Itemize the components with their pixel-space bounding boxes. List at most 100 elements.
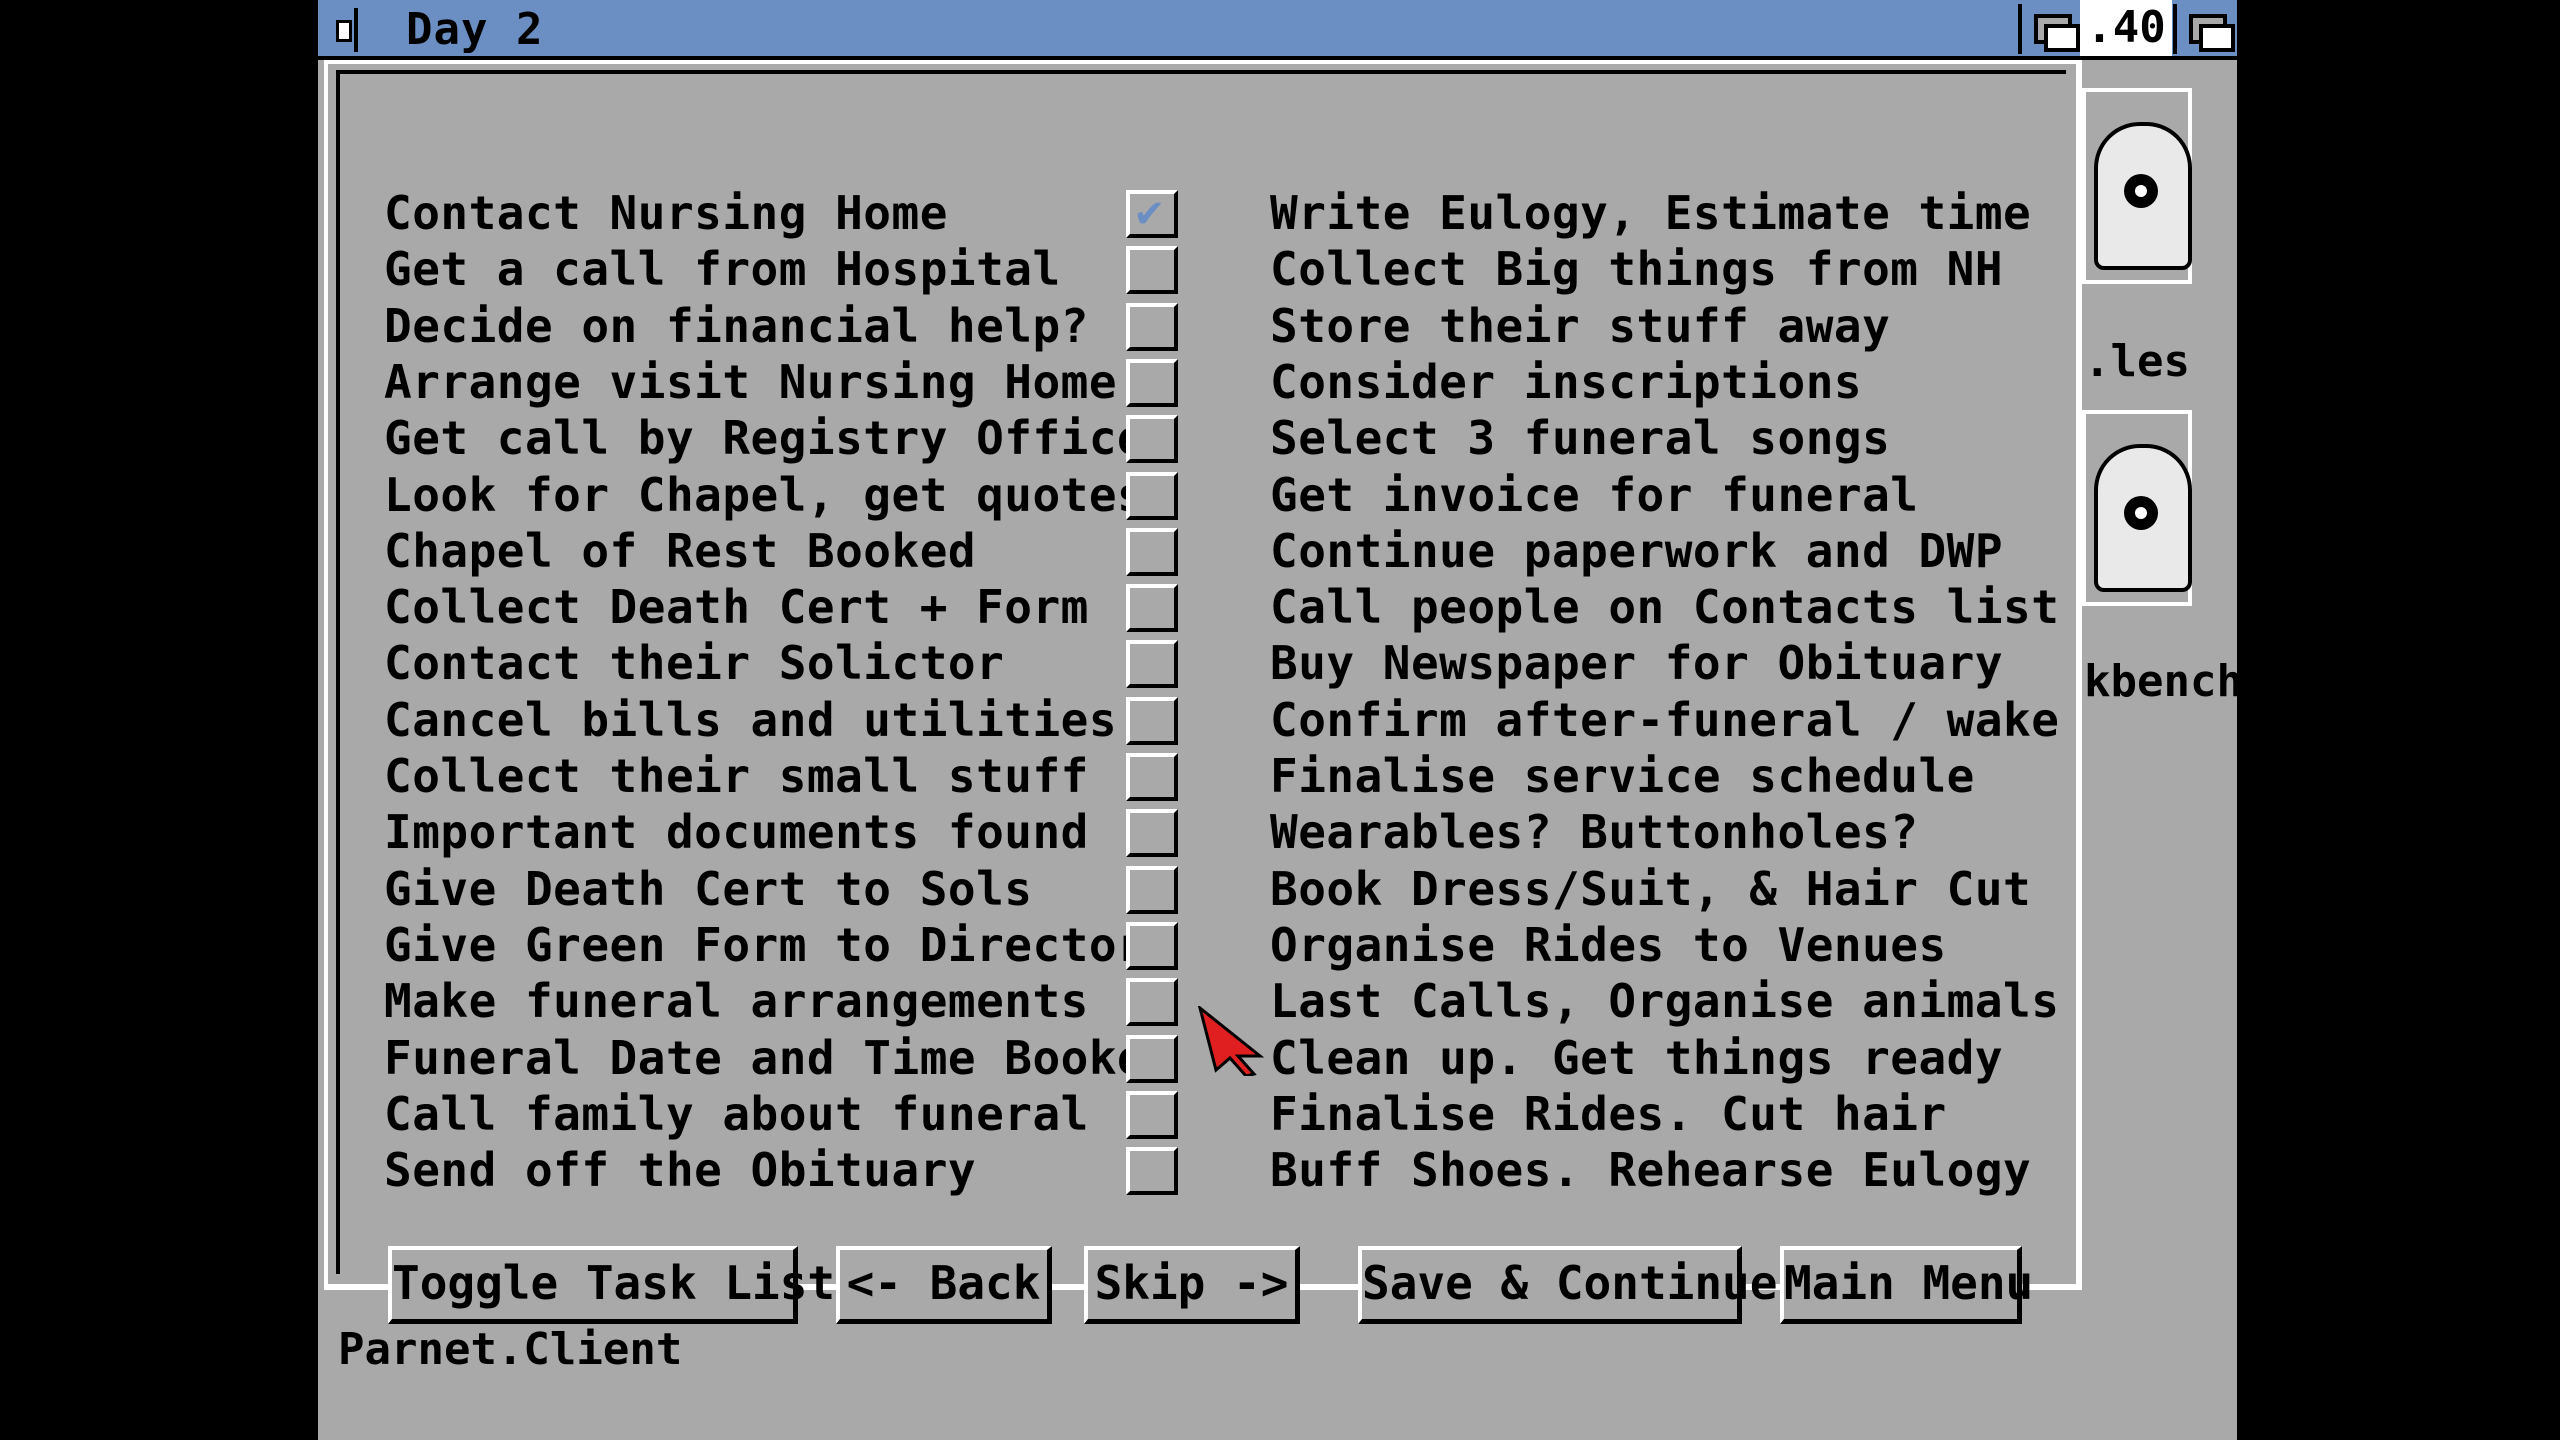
amiga-screen: .les kbench Parnet.Client Day 2 .40 Cont…	[318, 0, 2237, 1440]
task-row: Collect Death Cert + Form	[384, 578, 1184, 634]
task-label: Collect Death Cert + Form	[384, 580, 1089, 635]
window-title: Day 2	[406, 4, 544, 55]
task-row: Arrange visit Nursing Home	[384, 353, 1184, 409]
drive-icon-2-label: kbench	[2084, 656, 2237, 707]
task-row: Write Eulogy, Estimate time	[1270, 184, 2070, 240]
task-row: Last Calls, Organise animals	[1270, 972, 2070, 1028]
task-label: Buy Newspaper for Obituary	[1270, 636, 2004, 691]
task-checkbox[interactable]	[1126, 471, 1178, 520]
parnet-client-label[interactable]: Parnet.Client	[338, 1324, 682, 1375]
task-checkbox[interactable]	[1126, 753, 1178, 801]
task-label: Decide on financial help?	[384, 298, 1089, 353]
task-checkbox[interactable]	[1126, 246, 1178, 295]
task-checkbox[interactable]	[1126, 1034, 1178, 1083]
task-label: Consider inscriptions	[1270, 354, 1863, 409]
task-row: Continue paperwork and DWP	[1270, 522, 2070, 578]
disk-icon	[2094, 444, 2192, 592]
checkmark-icon: ✔	[1136, 186, 1163, 237]
task-label: Cancel bills and utilities	[384, 692, 1118, 747]
task-row: Buy Newspaper for Obituary	[1270, 634, 2070, 690]
task-label: Collect their small stuff	[384, 749, 1089, 803]
task-checkbox[interactable]	[1126, 527, 1178, 576]
task-row: Select 3 funeral songs	[1270, 409, 2070, 465]
task-label: Store their stuff away	[1270, 298, 1891, 353]
task-checkbox[interactable]	[1126, 1090, 1178, 1139]
task-label: Book Dress/Suit, & Hair Cut	[1270, 861, 2032, 916]
task-row: Send off the Obituary	[384, 1141, 1184, 1197]
task-label: Funeral Date and Time Booked	[384, 1030, 1174, 1085]
task-row: Call family about funeral	[384, 1085, 1184, 1141]
task-label: Give Green Form to Director	[384, 917, 1146, 972]
close-gadget-icon[interactable]	[328, 8, 358, 52]
skip-button[interactable]: Skip ->	[1084, 1246, 1300, 1324]
task-label: Chapel of Rest Booked	[384, 523, 977, 578]
mouse-pointer-icon	[1198, 1006, 1265, 1076]
screen-depth-gadget-icon[interactable]	[2173, 4, 2235, 54]
task-label: Look for Chapel, get quotes	[384, 467, 1146, 522]
task-label: Wearables? Buttonholes?	[1270, 805, 1919, 860]
task-row: Funeral Date and Time Booked	[384, 1029, 1184, 1085]
task-checkbox[interactable]	[1126, 358, 1178, 407]
task-checkbox[interactable]	[1126, 302, 1178, 351]
task-checkbox[interactable]	[1126, 978, 1178, 1027]
task-row: Decide on financial help?	[384, 297, 1184, 353]
task-label: Call people on Contacts list	[1270, 580, 2060, 635]
toggle-task-list-button[interactable]: Toggle Task List	[388, 1246, 835, 1324]
task-row: Organise Rides to Venues	[1270, 916, 2070, 972]
task-row: Confirm after-funeral / wake	[1270, 691, 2070, 747]
task-label: Important documents found	[384, 805, 1089, 860]
task-row: Important documents found	[384, 803, 1184, 859]
task-checkbox[interactable]	[1126, 415, 1178, 464]
task-label: Arrange visit Nursing Home	[384, 354, 1118, 409]
save-continue-button[interactable]: Save & Continue	[1358, 1246, 1777, 1324]
back-button[interactable]: <- Back	[836, 1246, 1052, 1324]
task-label: Contact their Solictor	[384, 636, 1005, 691]
task-label: Continue paperwork and DWP	[1270, 523, 2004, 578]
task-checkbox[interactable]	[1126, 696, 1178, 745]
drive-icon-1[interactable]	[2082, 88, 2192, 284]
task-row: Look for Chapel, get quotes	[384, 466, 1184, 522]
task-row: Get invoice for funeral	[1270, 466, 2070, 522]
task-checkbox[interactable]	[1126, 921, 1178, 970]
task-row: Contact Nursing Home ✔	[384, 184, 1184, 240]
task-label: Finalise Rides. Cut hair	[1270, 1086, 1947, 1141]
disk-icon	[2094, 122, 2192, 270]
task-checkbox[interactable]	[1126, 640, 1178, 689]
task-label: Collect Big things from NH	[1270, 242, 2004, 297]
task-row: Finalise Rides. Cut hair	[1270, 1085, 2070, 1141]
task-row: Clean up. Get things ready	[1270, 1029, 2070, 1085]
task-label: Write Eulogy, Estimate time	[1270, 186, 2032, 240]
task-label: Finalise service schedule	[1270, 749, 1975, 803]
task-window: Contact Nursing Home ✔ Get a call from Hos…	[324, 60, 2082, 1324]
task-row: Chapel of Rest Booked	[384, 522, 1184, 578]
task-label: Buff Shoes. Rehearse Eulogy	[1270, 1143, 2032, 1198]
task-row: Contact their Solictor	[384, 634, 1184, 690]
task-label: Clean up. Get things ready	[1270, 1030, 2004, 1085]
task-label: Make funeral arrangements	[384, 974, 1089, 1029]
main-menu-button[interactable]: Main Menu	[1780, 1246, 2033, 1324]
window-titlebar[interactable]: Day 2 .40	[318, 0, 2237, 60]
task-row: Wearables? Buttonholes?	[1270, 803, 2070, 859]
drive-icon-2[interactable]	[2082, 410, 2192, 606]
task-row: Give Death Cert to Sols	[384, 860, 1184, 916]
task-label: Last Calls, Organise animals	[1270, 974, 2060, 1029]
task-row: Collect Big things from NH	[1270, 240, 2070, 296]
task-row: Collect their small stuff	[384, 747, 1184, 803]
depth-gadget-icon[interactable]	[2018, 4, 2080, 54]
task-checkbox[interactable]	[1126, 809, 1178, 858]
task-row: Buff Shoes. Rehearse Eulogy	[1270, 1141, 2070, 1197]
task-label: Give Death Cert to Sols	[384, 861, 1033, 916]
task-checkbox[interactable]: ✔	[1126, 186, 1178, 238]
task-row: Make funeral arrangements	[384, 972, 1184, 1028]
task-row: Finalise service schedule	[1270, 747, 2070, 803]
task-checkbox[interactable]	[1126, 1147, 1178, 1196]
drive-icon-1-label: .les	[2084, 336, 2190, 387]
task-label: Confirm after-funeral / wake	[1270, 692, 2060, 747]
task-label: Call family about funeral	[384, 1086, 1089, 1141]
task-label: Select 3 funeral songs	[1270, 411, 1891, 466]
task-row: Book Dress/Suit, & Hair Cut	[1270, 860, 2070, 916]
task-checkbox[interactable]	[1126, 584, 1178, 633]
task-label: Get invoice for funeral	[1270, 467, 1919, 522]
task-row: Store their stuff away	[1270, 297, 2070, 353]
task-checkbox[interactable]	[1126, 865, 1178, 914]
